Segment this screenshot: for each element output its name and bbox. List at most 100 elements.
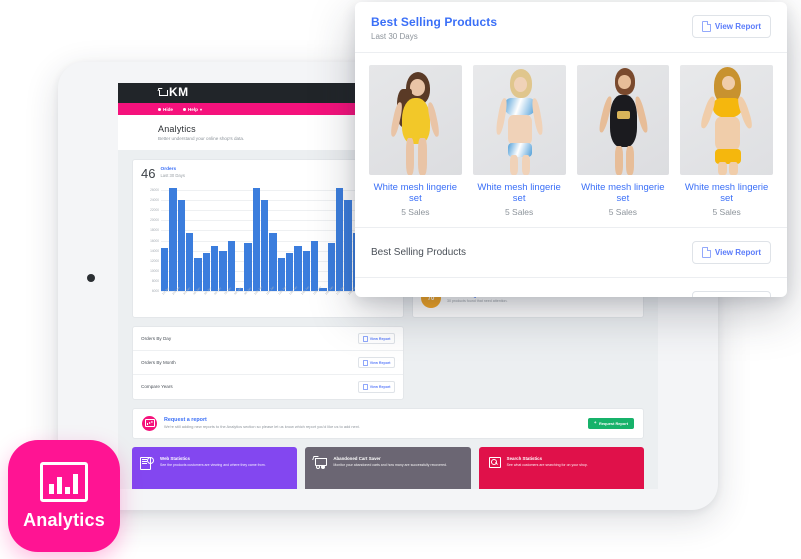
request-report-button[interactable]: + Request Report <box>587 417 634 429</box>
report-list: Orders By Day View Report Orders By Mont… <box>132 326 404 400</box>
panel-row-worst-selling[interactable]: Worst Selling Products View Report <box>355 278 787 297</box>
product-card[interactable]: White mesh lingerie set 5 Sales <box>472 65 566 217</box>
orders-card-meta: Orders Last 30 Days <box>160 167 184 178</box>
chart-bar[interactable] <box>177 200 185 291</box>
plus-icon: + <box>593 419 597 425</box>
request-report-subtitle: We're still adding new reports to the An… <box>164 424 360 430</box>
promo-tile-subtitle: See what customers are searching for on … <box>506 462 588 467</box>
promo-tile-title: Abandoned Cart Saver <box>333 455 381 461</box>
promo-tile-web-statistics[interactable]: Web Statistics See the products customer… <box>132 446 298 489</box>
chart-y-tick: 18000 <box>150 228 159 233</box>
nav-item-hide[interactable]: Hide <box>158 107 173 112</box>
promo-tile-text: Search Statistics See what customers are… <box>507 456 588 468</box>
promo-tile-subtitle: Monitor your abandoned carts and how man… <box>333 462 447 467</box>
product-name[interactable]: White mesh lingerie set <box>369 182 462 204</box>
nav-item-help[interactable]: Help ▾ <box>182 106 202 112</box>
report-row-label: Orders By Day <box>141 336 172 342</box>
panel-row-label: Best Selling Products <box>371 247 467 258</box>
request-report-title: Request a report <box>164 416 207 423</box>
scene: KM Hide Help ▾ Analytics Better understa… <box>0 0 801 559</box>
orders-count: 46 <box>141 166 156 181</box>
panel-row-button-wrap: View Report <box>691 291 771 297</box>
chart-bar[interactable] <box>244 243 252 291</box>
promo-tile-text: Web Statistics See the products customer… <box>160 456 266 468</box>
orders-card-subtitle: Last 30 Days <box>160 173 185 178</box>
document-icon <box>362 335 368 342</box>
view-report-button[interactable]: View Report <box>358 381 395 393</box>
product-card[interactable]: White mesh lingerie set 5 Sales <box>576 65 670 217</box>
product-photo-figure <box>369 65 462 175</box>
promo-tile-abandoned-cart-saver[interactable]: Abandoned Cart Saver Monitor your abando… <box>305 446 471 489</box>
product-card[interactable]: White mesh lingerie set 5 Sales <box>369 65 462 217</box>
product-photo-figure <box>680 65 773 175</box>
chart-bar[interactable] <box>227 240 235 291</box>
report-row-orders-by-day[interactable]: Orders By Day View Report <box>133 327 403 352</box>
product-grid: White mesh lingerie set 5 Sales White me… <box>355 53 787 228</box>
chart-bar[interactable] <box>219 250 227 291</box>
product-name[interactable]: White mesh lingerie set <box>577 182 670 204</box>
panel-row-button-wrap: View Report <box>691 241 771 264</box>
panel-subtitle: Last 30 Days <box>371 32 418 41</box>
product-image <box>680 65 773 175</box>
chart-bar[interactable] <box>260 200 269 291</box>
report-row-orders-by-month[interactable]: Orders By Month View Report <box>133 351 403 376</box>
panel-header-text: Best Selling Products Last 30 Days <box>371 15 497 41</box>
chart-bar[interactable] <box>252 187 260 291</box>
chart-y-axis: 26000 24000 22000 20000 18000 16000 14000 12000… <box>141 185 161 293</box>
chart-bar[interactable] <box>285 253 294 291</box>
product-name[interactable]: White mesh lingerie set <box>680 182 773 204</box>
panel-title: Best Selling Products <box>371 15 498 29</box>
panel-header: Best Selling Products Last 30 Days View … <box>355 2 787 53</box>
web-statistics-icon <box>140 456 154 470</box>
panel-row-best-selling[interactable]: Best Selling Products View Report <box>355 228 787 278</box>
analytics-app-icon[interactable]: Analytics <box>8 440 120 552</box>
document-icon <box>362 383 368 390</box>
promo-tile-search-statistics[interactable]: Search Statistics See what customers are… <box>478 446 644 489</box>
chart-bar[interactable] <box>161 248 169 291</box>
chart-bar[interactable] <box>344 200 352 291</box>
chart-bar[interactable] <box>169 187 177 291</box>
tablet-home-button[interactable] <box>87 274 95 282</box>
chart-y-tick: 24000 <box>150 198 159 203</box>
view-report-label: View Report <box>714 248 761 257</box>
chart-y-tick: 20000 <box>150 218 159 223</box>
shop-logo-text: KM <box>169 85 189 99</box>
nav-item-hide-label: Hide <box>163 106 173 112</box>
view-report-button[interactable]: View Report <box>691 291 771 297</box>
chevron-down-icon: ▾ <box>199 106 202 112</box>
chart-bar[interactable] <box>210 245 219 291</box>
promo-tiles: Web Statistics See the products customer… <box>132 446 644 489</box>
document-icon <box>701 21 711 32</box>
chart-bar[interactable] <box>269 232 277 291</box>
chart-bar[interactable] <box>335 187 344 291</box>
view-report-label: View Report <box>714 22 761 31</box>
chart-bar[interactable] <box>185 232 194 291</box>
view-report-button[interactable]: View Report <box>691 15 771 38</box>
document-icon <box>701 247 711 258</box>
product-image <box>369 65 462 175</box>
view-report-button[interactable]: View Report <box>358 357 395 369</box>
chart-y-tick: 22000 <box>150 208 159 213</box>
chart-y-tick: 26000 <box>150 188 159 193</box>
product-name[interactable]: White mesh lingerie set <box>473 182 566 204</box>
report-row-label: Orders By Month <box>141 360 176 366</box>
view-report-button[interactable]: View Report <box>691 241 771 264</box>
product-sales: 5 Sales <box>712 207 741 217</box>
promo-tile-subtitle: See the products customers are viewing a… <box>160 462 266 467</box>
request-report-button-label: Request Report <box>599 420 628 426</box>
view-report-label: View Report <box>369 360 391 365</box>
promo-tile-text: Abandoned Cart Saver Monitor your abando… <box>333 456 447 468</box>
product-card[interactable]: White mesh lingerie set 5 Sales <box>680 65 773 217</box>
shop-logo[interactable]: KM <box>158 85 189 99</box>
report-row-compare-years[interactable]: Compare Years View Report <box>133 375 403 398</box>
report-row-label: Compare Years <box>141 384 173 390</box>
product-image <box>472 65 566 175</box>
chart-bar[interactable] <box>310 240 319 291</box>
view-report-button[interactable]: View Report <box>358 333 395 345</box>
orders-card-title: Orders <box>160 167 177 172</box>
document-icon <box>362 359 368 366</box>
bar-chart-icon <box>40 461 88 502</box>
search-statistics-icon <box>487 456 501 469</box>
product-sales: 5 Sales <box>401 207 430 217</box>
chart-y-tick: 16000 <box>150 238 159 243</box>
